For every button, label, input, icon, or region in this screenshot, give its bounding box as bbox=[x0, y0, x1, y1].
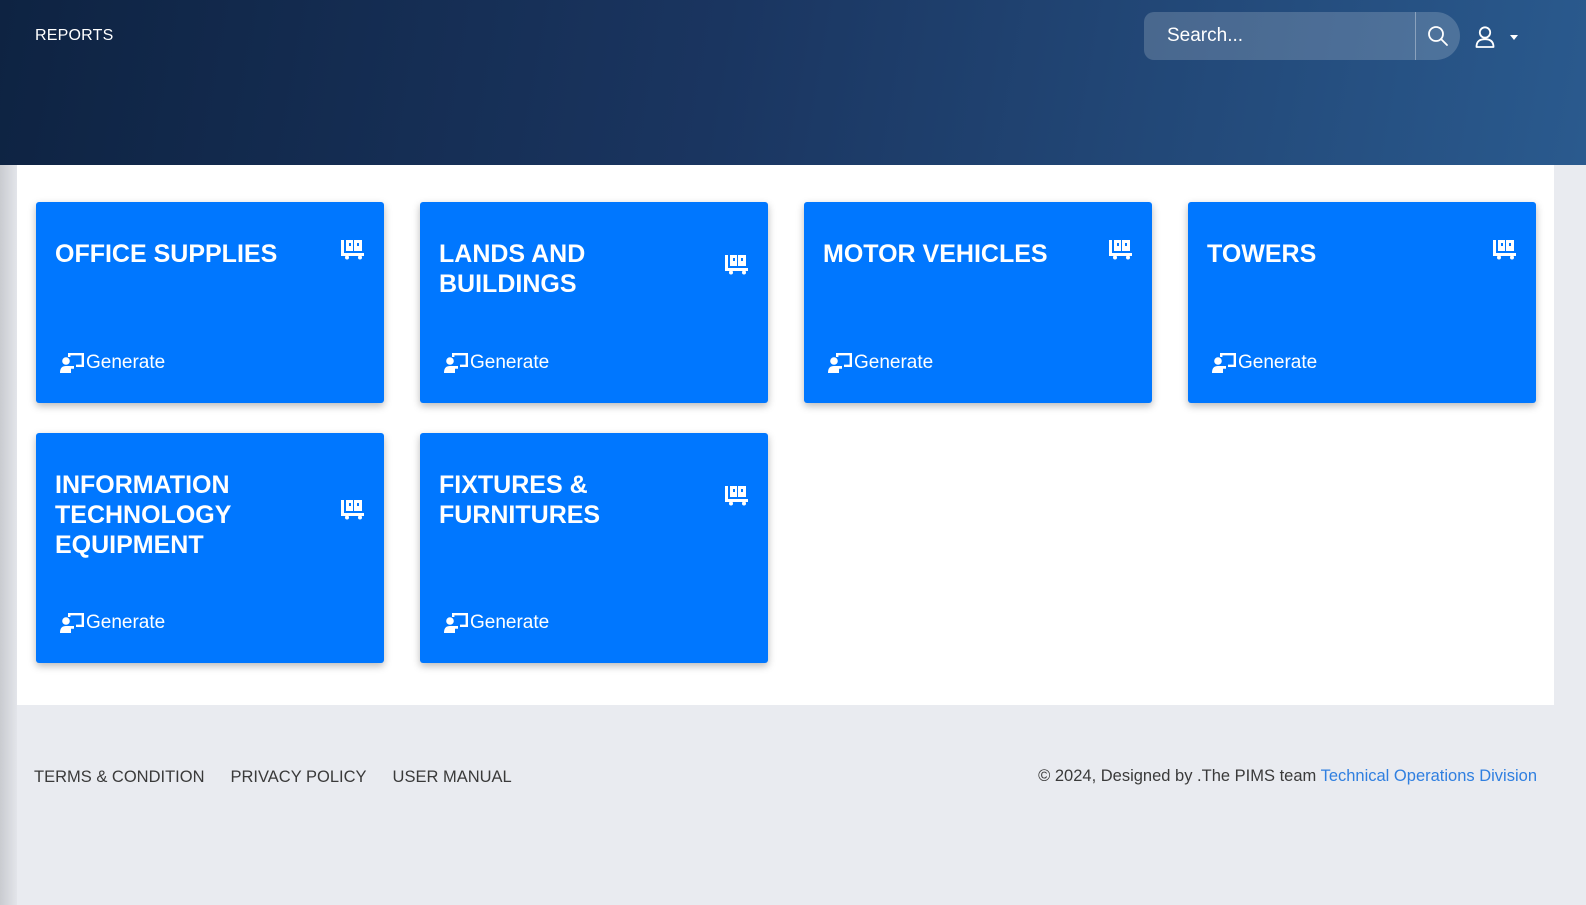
generate-label: Generate bbox=[86, 352, 166, 373]
chalkboard-teacher-icon bbox=[444, 613, 468, 633]
chalkboard-teacher-icon bbox=[60, 353, 84, 373]
generate-button[interactable]: Generate bbox=[444, 352, 549, 374]
dolly-flatbed-icon bbox=[724, 253, 750, 280]
dolly-flatbed-icon bbox=[340, 238, 366, 265]
generate-label: Generate bbox=[470, 352, 550, 373]
chalkboard-teacher-icon bbox=[60, 613, 84, 633]
card-title: MOTOR VEHICLES bbox=[823, 240, 1048, 268]
search-bar bbox=[1144, 12, 1460, 60]
user-manual-link[interactable]: USER MANUAL bbox=[393, 768, 512, 787]
generate-button[interactable]: Generate bbox=[1212, 352, 1317, 374]
reports-panel: OFFICE SUPPLIES Generate LANDS AND BUILD… bbox=[17, 165, 1554, 705]
terms-link[interactable]: TERMS & CONDITION bbox=[34, 768, 205, 787]
chalkboard-teacher-icon bbox=[444, 353, 468, 373]
dolly-flatbed-icon bbox=[340, 498, 366, 525]
header: REPORTS bbox=[0, 0, 1586, 165]
report-card-lands-and-buildings: LANDS AND BUILDINGS Generate bbox=[420, 202, 768, 403]
dolly-flatbed-icon bbox=[1108, 238, 1134, 265]
report-card-office-supplies: OFFICE SUPPLIES Generate bbox=[36, 202, 384, 403]
card-title: LANDS AND BUILDINGS bbox=[439, 240, 586, 298]
copyright-text: © 2024, Designed by .The PIMS team bbox=[1038, 767, 1317, 785]
card-title: FIXTURES & FURNITURES bbox=[439, 471, 601, 529]
user-menu-button[interactable] bbox=[1474, 22, 1530, 52]
card-title: OFFICE SUPPLIES bbox=[55, 240, 278, 268]
generate-button[interactable]: Generate bbox=[828, 352, 933, 374]
chalkboard-teacher-icon bbox=[828, 353, 852, 373]
generate-label: Generate bbox=[86, 612, 166, 633]
generate-button[interactable]: Generate bbox=[444, 612, 549, 634]
dolly-flatbed-icon bbox=[724, 484, 750, 511]
page-title: REPORTS bbox=[35, 27, 114, 44]
copyright: © 2024, Designed by .The PIMS team Techn… bbox=[1038, 767, 1537, 786]
search-input[interactable] bbox=[1144, 12, 1416, 60]
generate-button[interactable]: Generate bbox=[60, 612, 165, 634]
user-icon bbox=[1475, 26, 1495, 48]
privacy-policy-link[interactable]: PRIVACY POLICY bbox=[231, 768, 367, 787]
report-card-motor-vehicles: MOTOR VEHICLES Generate bbox=[804, 202, 1152, 403]
report-card-information-technology-equipment: INFORMATION TECHNOLOGY EQUIPMENT Generat… bbox=[36, 433, 384, 663]
report-card-towers: TOWERS Generate bbox=[1188, 202, 1536, 403]
chevron-down-icon bbox=[1510, 34, 1518, 40]
generate-label: Generate bbox=[854, 352, 934, 373]
search-icon bbox=[1428, 26, 1448, 46]
generate-button[interactable]: Generate bbox=[60, 352, 165, 374]
chalkboard-teacher-icon bbox=[1212, 353, 1236, 373]
footer-links: TERMS & CONDITION PRIVACY POLICY USER MA… bbox=[34, 768, 512, 787]
generate-label: Generate bbox=[1238, 352, 1318, 373]
dolly-flatbed-icon bbox=[1492, 238, 1518, 265]
card-title: TOWERS bbox=[1207, 240, 1317, 268]
search-button[interactable] bbox=[1416, 12, 1460, 60]
card-title: INFORMATION TECHNOLOGY EQUIPMENT bbox=[55, 471, 231, 559]
generate-label: Generate bbox=[470, 612, 550, 633]
footer: TERMS & CONDITION PRIVACY POLICY USER MA… bbox=[0, 760, 1586, 796]
credit-link[interactable]: Technical Operations Division bbox=[1321, 767, 1537, 785]
report-card-fixtures-and-furnitures: FIXTURES & FURNITURES Generate bbox=[420, 433, 768, 663]
